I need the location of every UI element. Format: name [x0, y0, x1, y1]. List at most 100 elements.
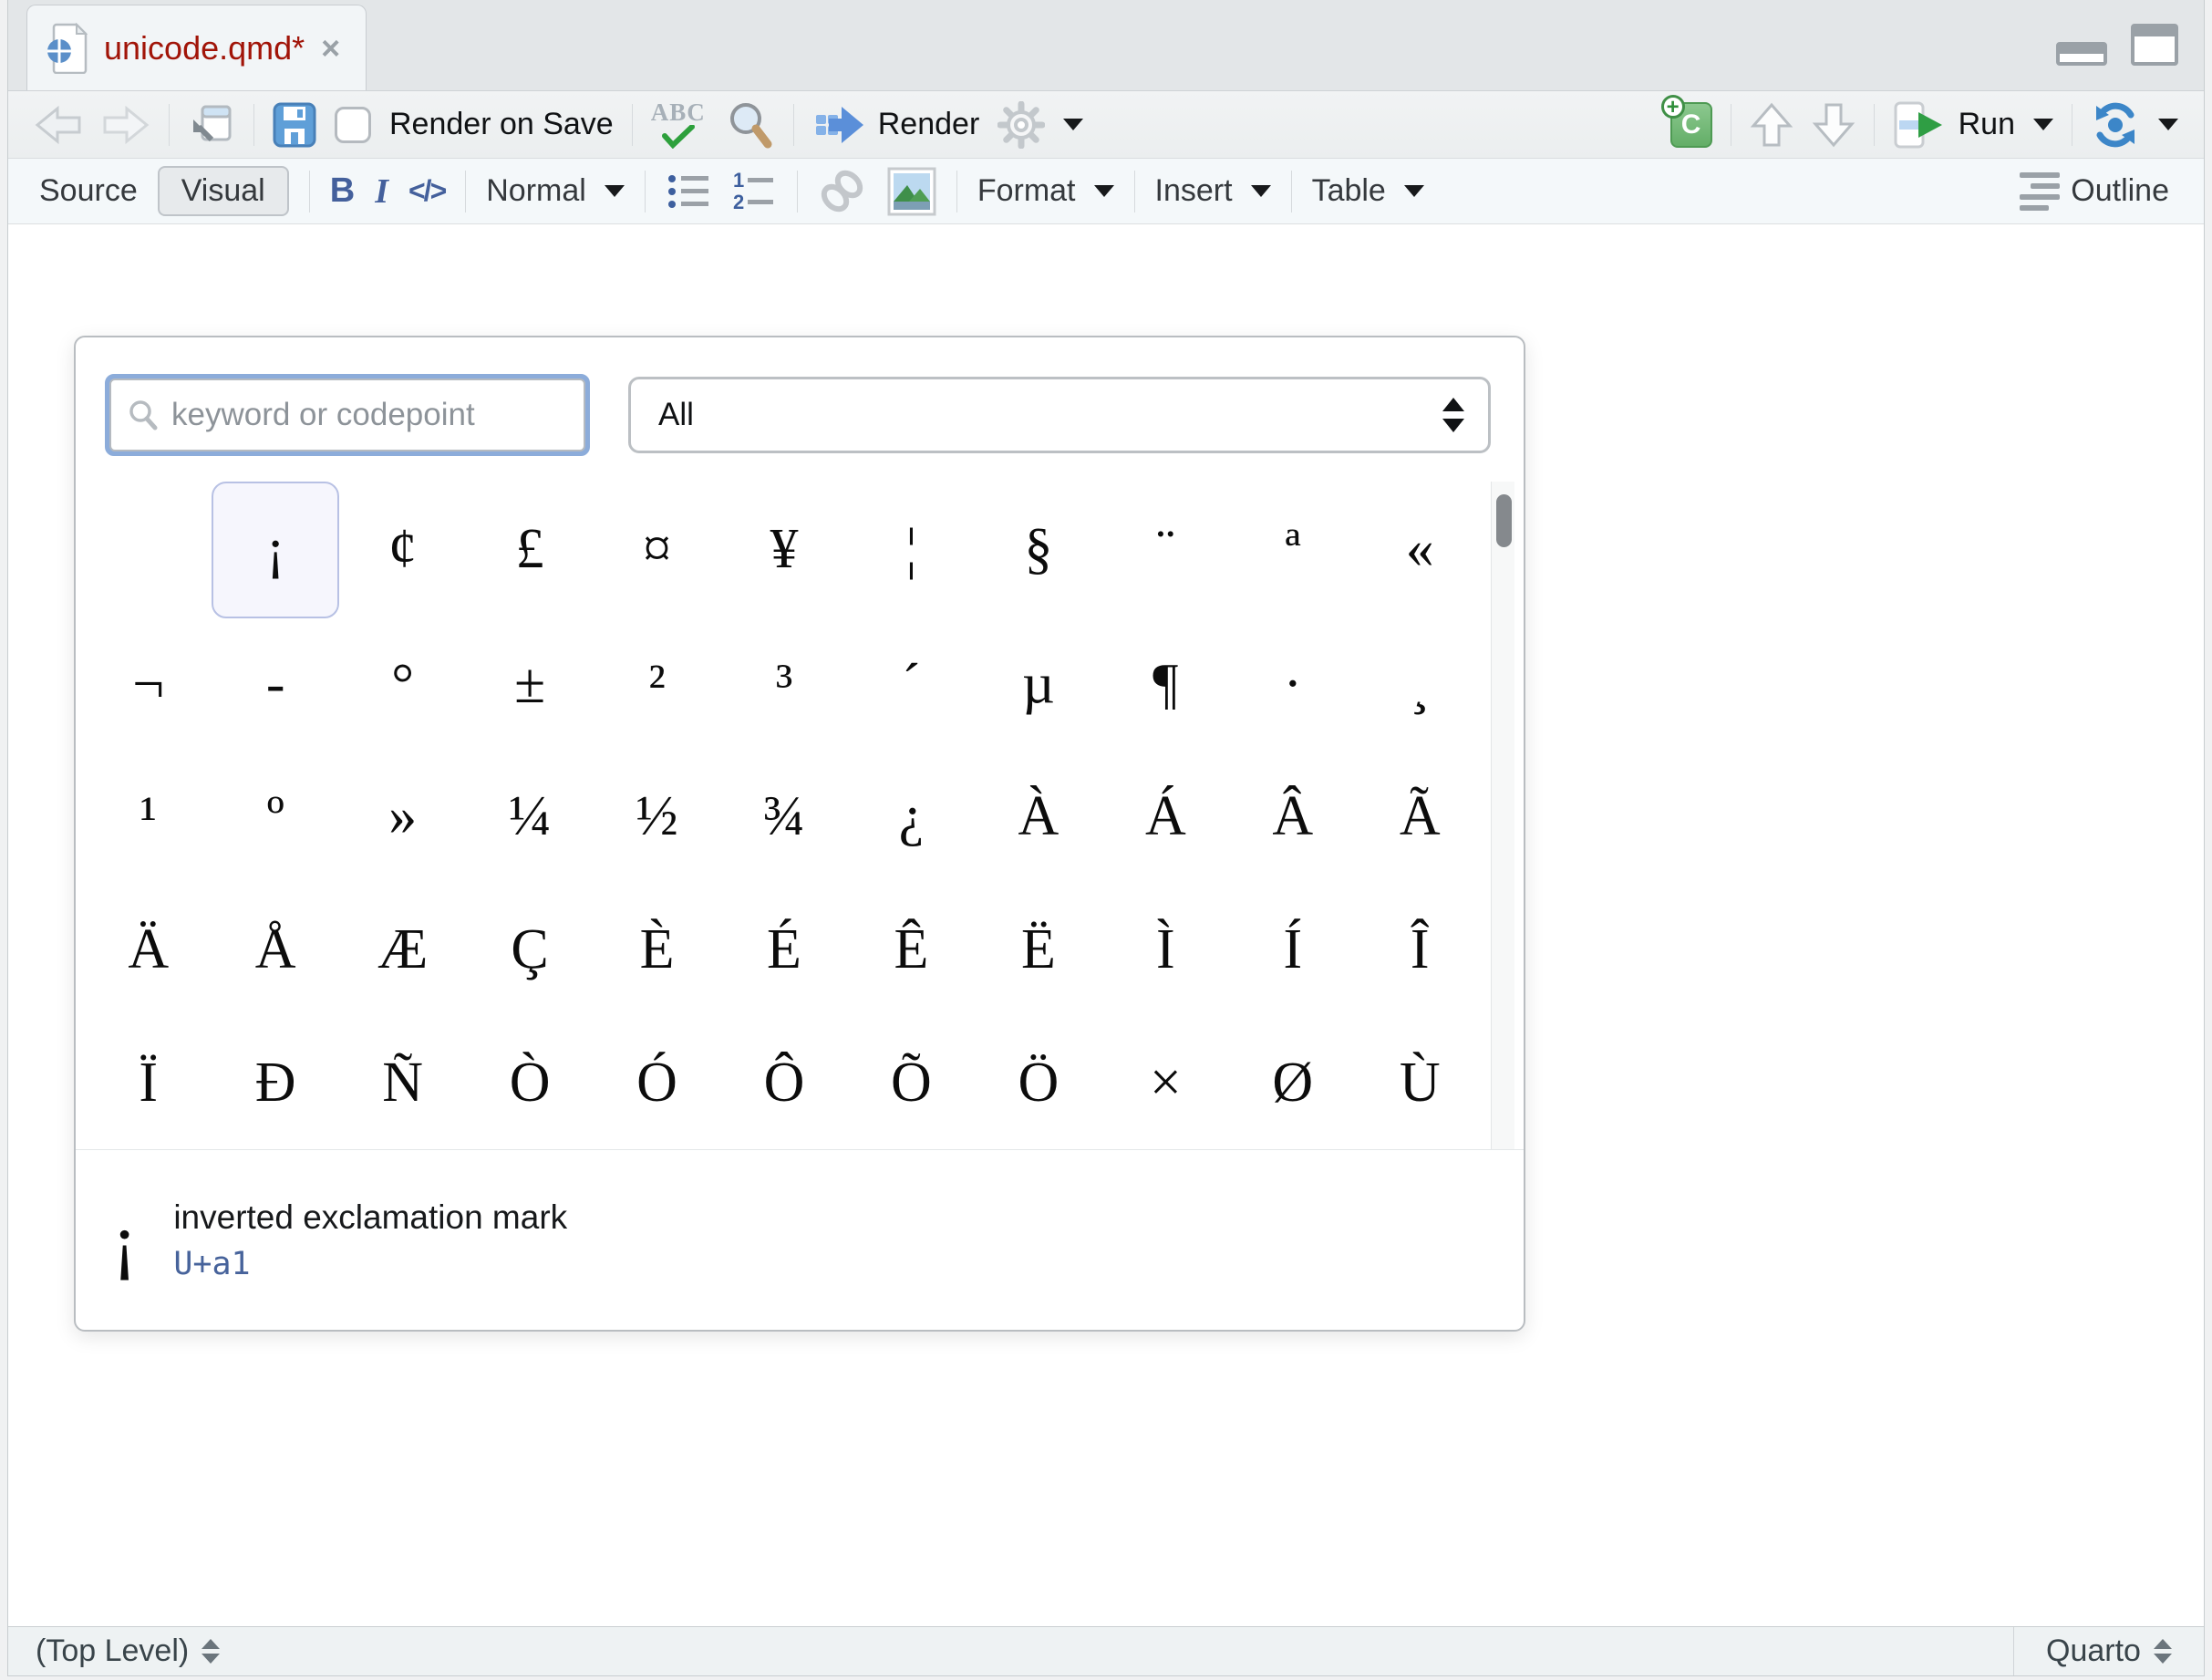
forward-icon[interactable]: [101, 105, 150, 145]
char-cell[interactable]: ¤: [594, 482, 720, 618]
char-cell[interactable]: Ù: [1357, 1016, 1483, 1149]
format-menu[interactable]: Format: [977, 173, 1114, 209]
char-cell[interactable]: Ä: [85, 884, 212, 1017]
code-button[interactable]: </>: [408, 174, 445, 208]
char-cell[interactable]: Ô: [720, 1016, 847, 1149]
char-cell[interactable]: -: [212, 618, 338, 752]
chevron-down-icon: [1094, 185, 1114, 197]
char-cell[interactable]: Ó: [594, 1016, 720, 1149]
char-cell[interactable]: Ê: [848, 884, 975, 1017]
char-cell[interactable]: «: [1357, 482, 1483, 618]
char-cell[interactable]: ·: [1229, 618, 1356, 752]
maximize-pane-icon[interactable]: [2131, 24, 2178, 66]
char-cell[interactable]: ×: [1102, 1016, 1229, 1149]
outline-toggle[interactable]: Outline: [2020, 172, 2178, 211]
format-selector[interactable]: Quarto: [2014, 1627, 2204, 1675]
scrollbar-thumb[interactable]: [1496, 494, 1512, 547]
bullet-list-icon[interactable]: [666, 171, 711, 212]
category-select[interactable]: All: [628, 377, 1491, 453]
tab-close-icon[interactable]: ×: [321, 32, 340, 65]
char-cell[interactable]: ¾: [720, 751, 847, 884]
char-cell[interactable]: Ø: [1229, 1016, 1356, 1149]
char-cell[interactable]: Ã: [1357, 751, 1483, 884]
char-cell[interactable]: Ì: [1102, 884, 1229, 1017]
char-cell[interactable]: º: [212, 751, 338, 884]
char-cell[interactable]: Í: [1229, 884, 1356, 1017]
char-cell[interactable]: ª: [1229, 482, 1356, 618]
char-cell[interactable]: È: [594, 884, 720, 1017]
char-cell[interactable]: ¡: [212, 482, 338, 618]
char-cell[interactable]: µ: [975, 618, 1101, 752]
char-cell[interactable]: ¶: [1102, 618, 1229, 752]
char-cell[interactable]: Æ: [339, 884, 466, 1017]
char-cell[interactable]: Ð: [212, 1016, 338, 1149]
char-cell[interactable]: ½: [594, 751, 720, 884]
scrollbar-track[interactable]: [1491, 482, 1514, 1149]
char-cell[interactable]: °: [339, 618, 466, 752]
link-icon[interactable]: [818, 167, 867, 216]
run-button[interactable]: Run: [1893, 100, 2053, 150]
table-menu[interactable]: Table: [1312, 173, 1424, 209]
char-cell[interactable]: Å: [212, 884, 338, 1017]
run-chunks-above-icon[interactable]: [1750, 101, 1793, 149]
char-cell[interactable]: ¿: [848, 751, 975, 884]
char-cell[interactable]: ¹: [85, 751, 212, 884]
bold-button[interactable]: B: [330, 171, 355, 211]
char-cell[interactable]: ¨: [1102, 482, 1229, 618]
separator: [1291, 171, 1292, 213]
char-cell[interactable]: Â: [1229, 751, 1356, 884]
char-cell[interactable]: ¦: [848, 482, 975, 618]
paragraph-style-dropdown[interactable]: Normal: [486, 173, 625, 209]
search-magnifier-icon[interactable]: [726, 100, 775, 150]
char-cell[interactable]: ¬: [85, 618, 212, 752]
source-document-button[interactable]: [2091, 100, 2178, 150]
char-cell[interactable]: ±: [466, 618, 593, 752]
char-cell[interactable]: ´: [848, 618, 975, 752]
insert-menu[interactable]: Insert: [1155, 173, 1271, 209]
italic-button[interactable]: I: [375, 171, 388, 212]
chevron-down-icon: [2033, 119, 2053, 130]
render-button[interactable]: Render: [812, 105, 980, 145]
search-input[interactable]: [171, 397, 567, 433]
spellcheck-icon[interactable]: ABC: [651, 100, 706, 149]
char-cell[interactable]: »: [339, 751, 466, 884]
char-cell[interactable]: §: [975, 482, 1101, 618]
char-cell[interactable]: ¥: [720, 482, 847, 618]
visual-mode-button[interactable]: Visual: [158, 166, 289, 216]
render-on-save-toggle[interactable]: Render on Save: [335, 107, 614, 143]
char-cell[interactable]: É: [720, 884, 847, 1017]
char-cell[interactable]: Ò: [466, 1016, 593, 1149]
insert-chunk-button[interactable]: C +: [1670, 102, 1712, 148]
numbered-list-icon[interactable]: 1 2: [731, 171, 777, 213]
char-cell[interactable]: À: [975, 751, 1101, 884]
separator: [956, 171, 957, 213]
source-mode-button[interactable]: Source: [39, 173, 138, 209]
char-cell[interactable]: £: [466, 482, 593, 618]
scope-selector[interactable]: (Top Level): [8, 1627, 2014, 1675]
char-cell[interactable]: ¸: [1357, 618, 1483, 752]
run-chunks-below-icon[interactable]: [1812, 101, 1855, 149]
preview-codepoint: U+a1: [173, 1246, 567, 1282]
save-icon[interactable]: [273, 102, 316, 148]
char-cell[interactable]: Ë: [975, 884, 1101, 1017]
char-cell[interactable]: Î: [1357, 884, 1483, 1017]
minimize-pane-icon[interactable]: [2056, 42, 2107, 66]
char-cell[interactable]: ¢: [339, 482, 466, 618]
char-cell[interactable]: Á: [1102, 751, 1229, 884]
char-cell[interactable]: ¼: [466, 751, 593, 884]
render-options-button[interactable]: [997, 101, 1083, 149]
char-cell[interactable]: Õ: [848, 1016, 975, 1149]
tab-unicode-qmd[interactable]: unicode.qmd* ×: [26, 5, 367, 90]
render-on-save-checkbox[interactable]: [335, 107, 371, 143]
char-cell[interactable]: Ï: [85, 1016, 212, 1149]
char-cell[interactable]: ³: [720, 618, 847, 752]
char-cell[interactable]: Ñ: [339, 1016, 466, 1149]
char-cell[interactable]: [85, 482, 212, 618]
back-icon[interactable]: [34, 105, 83, 145]
image-icon[interactable]: [887, 167, 936, 216]
char-cell[interactable]: Ö: [975, 1016, 1101, 1149]
editor-canvas[interactable]: All ¡¢£¤¥¦§¨ª« ¬-°±²³´µ¶·¸ ¹º»¼½¾¿ÀÁÂÃ ÄÅÆÇ…: [8, 224, 2204, 1626]
char-cell[interactable]: Ç: [466, 884, 593, 1017]
open-in-window-icon[interactable]: [188, 101, 235, 149]
char-cell[interactable]: ²: [594, 618, 720, 752]
